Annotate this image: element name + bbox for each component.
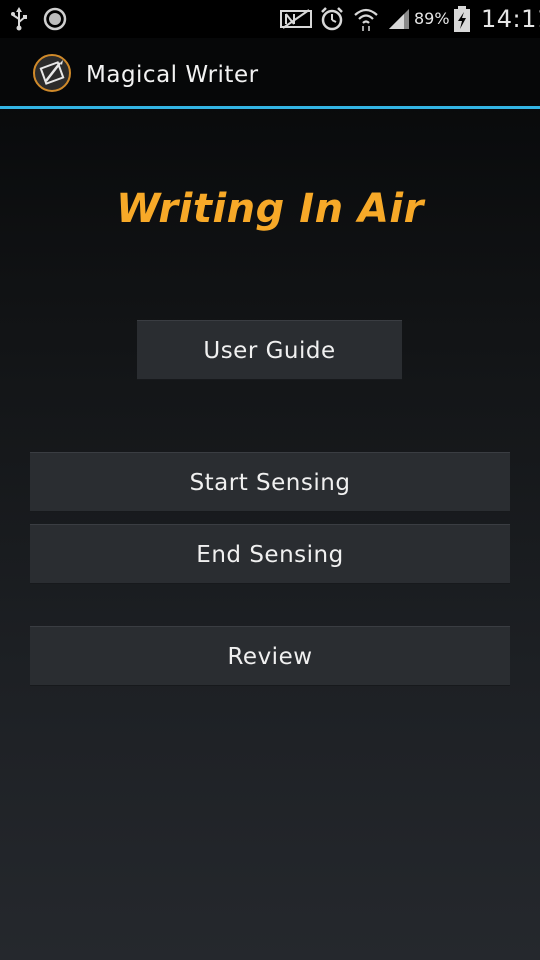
action-bar-divider: [0, 106, 540, 109]
action-bar: Magical Writer: [0, 38, 540, 109]
sync-icon: [42, 6, 68, 32]
usb-icon: [8, 6, 30, 32]
battery-charging-icon: [452, 6, 472, 32]
battery-percent: 89%: [414, 9, 450, 28]
review-button[interactable]: Review: [30, 626, 510, 686]
app-screen: 89% 14:11 Magical Writer Writing In Air …: [0, 0, 540, 960]
page-title: Writing In Air: [116, 186, 424, 232]
end-sensing-button[interactable]: End Sensing: [30, 524, 510, 584]
wifi-icon: [352, 6, 380, 32]
status-bar: 89% 14:11: [0, 0, 540, 38]
app-logo-icon[interactable]: [32, 53, 72, 93]
start-sensing-button[interactable]: Start Sensing: [30, 452, 510, 512]
signal-icon: [386, 6, 412, 32]
alarm-icon: [318, 6, 346, 32]
app-title: Magical Writer: [86, 62, 259, 88]
nfc-icon: [280, 6, 312, 32]
clock: 14:11: [481, 5, 540, 33]
user-guide-button[interactable]: User Guide: [137, 320, 402, 380]
